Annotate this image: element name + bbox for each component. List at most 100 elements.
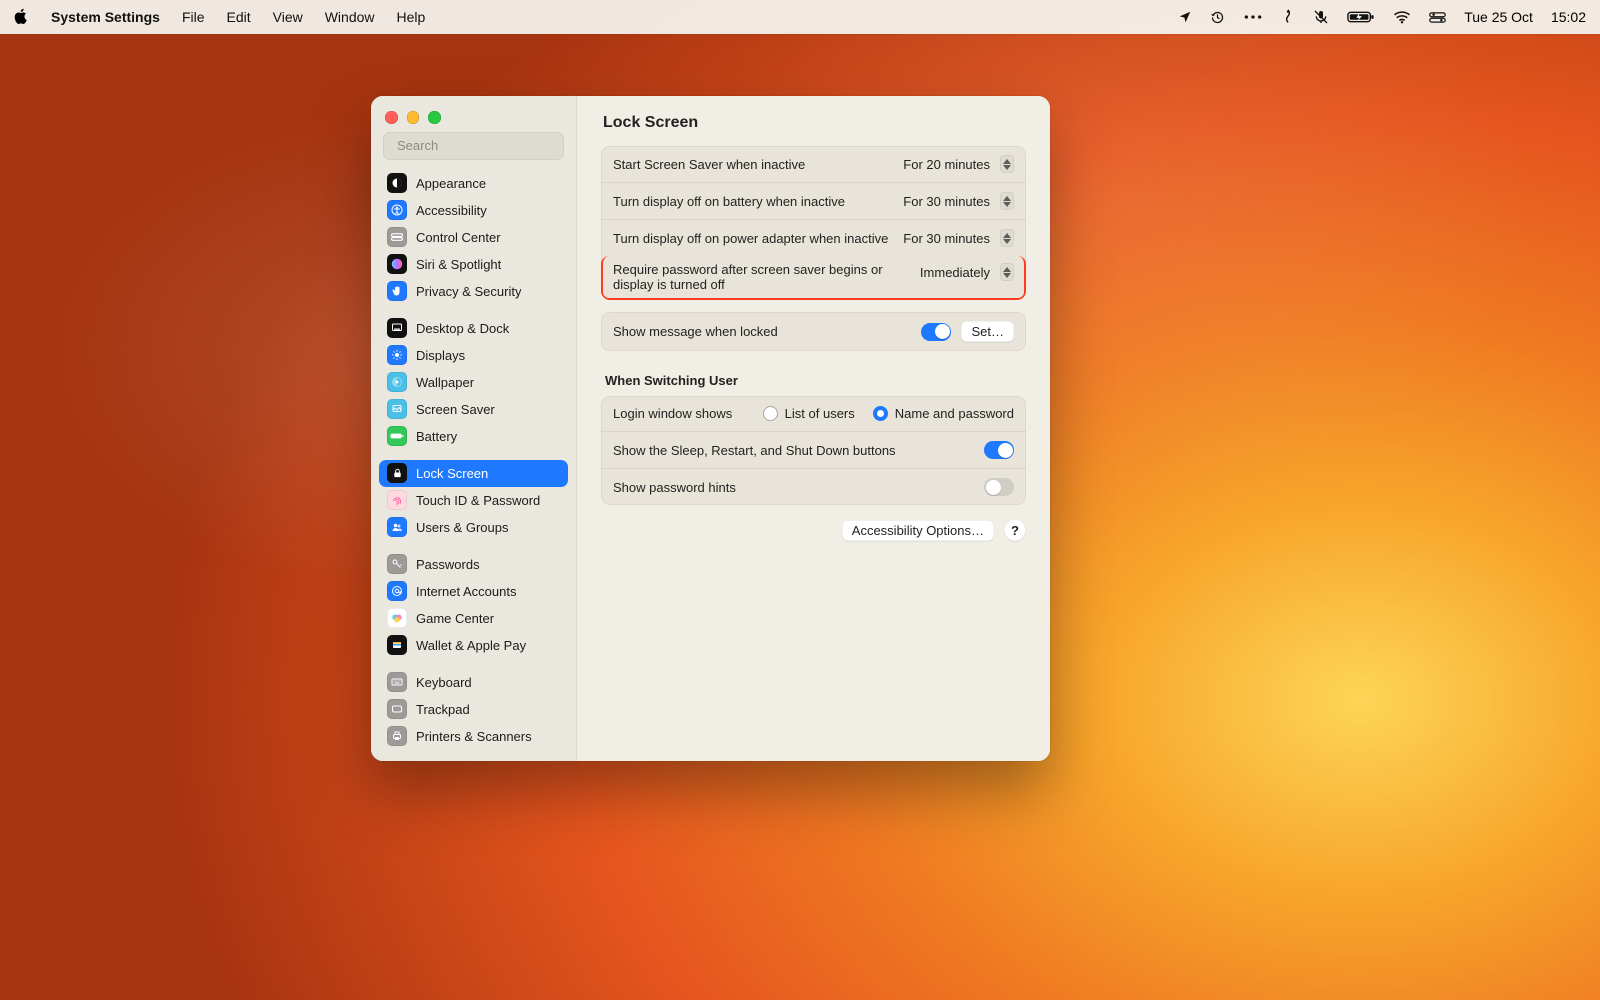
set-lock-message-button[interactable]: Set… — [961, 321, 1014, 342]
accessibility-icon — [387, 200, 407, 220]
siri-spotlight-icon — [387, 254, 407, 274]
trackpad-icon — [387, 699, 407, 719]
sidebar-item-label: Touch ID & Password — [416, 493, 540, 508]
sidebar-item-label: Desktop & Dock — [416, 321, 509, 336]
control-center-icon — [387, 227, 407, 247]
toggle-show-message[interactable] — [921, 323, 951, 341]
menu-edit[interactable]: Edit — [227, 9, 251, 25]
stepper-caret-icon — [1000, 263, 1014, 281]
sidebar-item-passwords[interactable]: Passwords — [379, 551, 568, 578]
minimize-window-button[interactable] — [407, 111, 420, 124]
stepper-caret-icon — [1000, 192, 1014, 210]
appearance-icon — [387, 173, 407, 193]
app-name[interactable]: System Settings — [51, 9, 160, 25]
sidebar-item-game-center[interactable]: Game Center — [379, 605, 568, 632]
more-icon[interactable] — [1243, 10, 1263, 24]
popup-value: For 30 minutes — [903, 231, 990, 246]
internet-accounts-icon — [387, 581, 407, 601]
sidebar-item-battery[interactable]: Battery — [379, 423, 568, 450]
app-menu-icon[interactable] — [1281, 9, 1295, 25]
sidebar-item-control-center[interactable]: Control Center — [379, 224, 568, 251]
menu-file[interactable]: File — [182, 9, 205, 25]
menubar-time[interactable]: 15:02 — [1551, 9, 1586, 25]
menu-view[interactable]: View — [273, 9, 303, 25]
close-window-button[interactable] — [385, 111, 398, 124]
page-title: Lock Screen — [601, 112, 1026, 146]
sidebar-item-label: Internet Accounts — [416, 584, 516, 599]
desktop-dock-icon — [387, 318, 407, 338]
control-center-icon[interactable] — [1429, 11, 1446, 24]
accessibility-options-button[interactable]: Accessibility Options… — [842, 520, 994, 541]
sidebar-item-siri-spotlight[interactable]: Siri & Spotlight — [379, 251, 568, 278]
sidebar: Appearance Accessibility Control Center Sir… — [371, 96, 577, 761]
row-label: Login window shows — [613, 406, 732, 421]
row-label: Show message when locked — [613, 324, 778, 339]
lock-message-card: Show message when locked Set… — [601, 312, 1026, 351]
toggle-show-password-hints[interactable] — [984, 478, 1014, 496]
sidebar-item-accessibility[interactable]: Accessibility — [379, 197, 568, 224]
help-button[interactable]: ? — [1004, 519, 1026, 541]
wifi-icon[interactable] — [1393, 10, 1411, 24]
users-groups-icon — [387, 517, 407, 537]
sidebar-item-desktop-dock[interactable]: Desktop & Dock — [379, 315, 568, 342]
toggle-show-sleep-buttons[interactable] — [984, 441, 1014, 459]
menu-help[interactable]: Help — [397, 9, 426, 25]
popup-display-off-power[interactable]: For 30 minutes — [903, 229, 1014, 247]
menu-window[interactable]: Window — [325, 9, 375, 25]
sidebar-item-label: Trackpad — [416, 702, 470, 717]
touch-id-icon — [387, 490, 407, 510]
sidebar-item-displays[interactable]: Displays — [379, 342, 568, 369]
row-label: Turn display off on power adapter when i… — [613, 231, 888, 246]
sidebar-item-privacy-security[interactable]: Privacy & Security — [379, 278, 568, 305]
sidebar-item-label: Control Center — [416, 230, 501, 245]
row-label: Show password hints — [613, 480, 736, 495]
sidebar-item-label: Accessibility — [416, 203, 487, 218]
sidebar-item-keyboard[interactable]: Keyboard — [379, 669, 568, 696]
popup-display-off-battery[interactable]: For 30 minutes — [903, 192, 1014, 210]
row-show-message: Show message when locked Set… — [601, 312, 1026, 351]
sidebar-item-label: Printers & Scanners — [416, 729, 532, 744]
sidebar-item-label: Game Center — [416, 611, 494, 626]
sidebar-item-screen-saver[interactable]: Screen Saver — [379, 396, 568, 423]
menubar-date[interactable]: Tue 25 Oct — [1464, 9, 1533, 25]
radio-label: List of users — [785, 406, 855, 421]
sidebar-item-printers[interactable]: Printers & Scanners — [379, 723, 568, 750]
sidebar-item-wallet[interactable]: Wallet & Apple Pay — [379, 632, 568, 659]
location-icon[interactable] — [1178, 10, 1192, 24]
search-input[interactable] — [397, 138, 573, 153]
search-field[interactable] — [383, 132, 564, 160]
radio-list-of-users[interactable]: List of users — [763, 406, 855, 421]
row-display-off-battery: Turn display off on battery when inactiv… — [601, 182, 1026, 219]
wallet-icon — [387, 635, 407, 655]
sidebar-item-label: Lock Screen — [416, 466, 488, 481]
radio-name-password[interactable]: Name and password — [873, 406, 1014, 421]
apple-menu-icon[interactable] — [14, 8, 29, 27]
popup-require-password[interactable]: Immediately — [920, 263, 1014, 281]
radio-label: Name and password — [895, 406, 1014, 421]
mic-muted-icon[interactable] — [1313, 9, 1329, 25]
sidebar-item-label: Displays — [416, 348, 465, 363]
row-require-password: Require password after screen saver begi… — [601, 256, 1026, 300]
sidebar-item-touch-id[interactable]: Touch ID & Password — [379, 487, 568, 514]
sidebar-item-users-groups[interactable]: Users & Groups — [379, 514, 568, 541]
row-label: Start Screen Saver when inactive — [613, 157, 805, 172]
popup-screensaver-inactive[interactable]: For 20 minutes — [903, 155, 1014, 173]
row-label: Turn display off on battery when inactiv… — [613, 194, 845, 209]
section-title-switching-user: When Switching User — [605, 373, 1026, 388]
sidebar-item-lock-screen[interactable]: Lock Screen — [379, 460, 568, 487]
settings-window: Appearance Accessibility Control Center Sir… — [371, 96, 1050, 761]
row-show-sleep-buttons: Show the Sleep, Restart, and Shut Down b… — [601, 431, 1026, 468]
battery-icon[interactable] — [1347, 10, 1375, 24]
row-show-password-hints: Show password hints — [601, 468, 1026, 505]
sidebar-item-label: Screen Saver — [416, 402, 495, 417]
wallpaper-icon — [387, 372, 407, 392]
row-label: Show the Sleep, Restart, and Shut Down b… — [613, 443, 896, 458]
zoom-window-button[interactable] — [428, 111, 441, 124]
sidebar-item-trackpad[interactable]: Trackpad — [379, 696, 568, 723]
timemachine-icon[interactable] — [1210, 10, 1225, 25]
stepper-caret-icon — [1000, 155, 1014, 173]
sidebar-item-wallpaper[interactable]: Wallpaper — [379, 369, 568, 396]
sidebar-item-internet-accounts[interactable]: Internet Accounts — [379, 578, 568, 605]
screen-saver-icon — [387, 399, 407, 419]
sidebar-item-appearance[interactable]: Appearance — [379, 170, 568, 197]
